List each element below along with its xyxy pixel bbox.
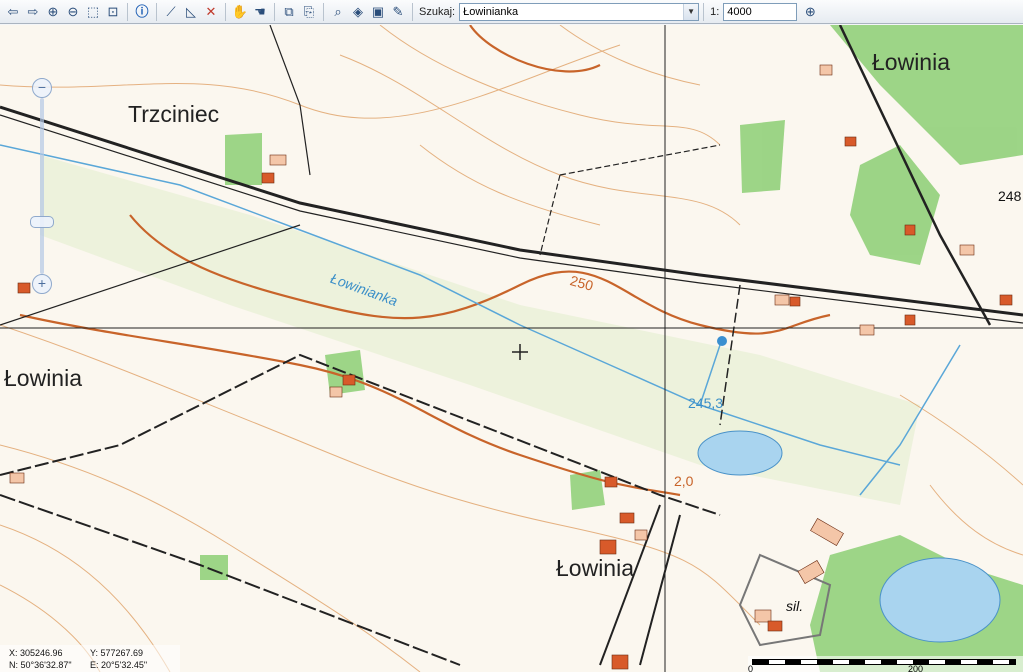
chevron-down-icon[interactable]: ▼ — [683, 3, 699, 20]
search-icon[interactable]: ⌕ — [329, 3, 347, 21]
search-value: Łowinianka — [463, 5, 519, 18]
zoom-track[interactable] — [40, 98, 44, 274]
scale-prefix: 1: — [710, 5, 720, 18]
info-icon[interactable]: ⓘ — [133, 3, 151, 21]
clear-measure-icon[interactable]: ✕ — [202, 3, 220, 21]
toolbar-divider — [225, 2, 226, 21]
save-icon[interactable]: ▣ — [369, 3, 387, 21]
zoom-handle[interactable] — [30, 216, 54, 228]
pan-hand-icon[interactable]: ✋ — [231, 3, 249, 21]
coord-n: N: 50°36'32.87" — [9, 660, 72, 670]
zoom-out-button[interactable]: − — [32, 78, 52, 98]
toolbar-divider — [156, 2, 157, 21]
search-label: Szukaj: — [419, 5, 456, 18]
toolbar-divider — [703, 2, 705, 21]
pan-all-icon[interactable]: ☚ — [251, 3, 269, 21]
scale-label-zero: 0 — [748, 664, 754, 672]
forward-arrow-icon[interactable]: ⇨ — [24, 3, 42, 21]
scale-bar-graphic — [752, 659, 1016, 665]
coord-x: X: 305246.96 — [9, 648, 63, 658]
zoom-box-icon[interactable]: ⬚ — [84, 3, 102, 21]
scale-label-200: 200 — [908, 664, 924, 672]
edit-pen-icon[interactable]: ✎ — [389, 3, 407, 21]
zoom-slider: − + — [30, 78, 54, 294]
layers-icon[interactable]: ◈ — [349, 3, 367, 21]
toolbar-divider — [274, 2, 275, 21]
map-toolbar: ⇦ ⇨ ⊕ ⊖ ⬚ ⊡ ⓘ ⟋ ◺ ✕ ✋ ☚ ⧉ ⎘ ⌕ ◈ ▣ ✎ Szuk… — [0, 0, 1023, 24]
back-arrow-icon[interactable]: ⇦ — [4, 3, 22, 21]
place-label-lowinia-ne: Łowinia — [872, 49, 950, 75]
coordinates-readout: X: 305246.96 Y: 577267.69 N: 50°36'32.87… — [0, 645, 180, 672]
spring-marker — [717, 336, 727, 346]
meadow-area — [40, 155, 920, 505]
measure-area-icon[interactable]: ◺ — [182, 3, 200, 21]
contour-label-2: 2,0 — [674, 473, 694, 489]
layers-add-icon[interactable]: ⧉ — [280, 3, 298, 21]
export-icon[interactable]: ⎘ — [300, 3, 318, 21]
search-select[interactable]: Łowinianka ▼ — [459, 2, 700, 21]
scale-input[interactable]: 4000 — [723, 2, 798, 21]
place-label-trzciniec: Trzciniec — [128, 101, 220, 127]
toolbar-divider — [323, 2, 324, 21]
zoom-out-icon[interactable]: ⊖ — [64, 3, 82, 21]
zoom-in-button[interactable]: + — [32, 274, 52, 294]
scale-bar: 0 200 — [748, 656, 1023, 672]
zoom-in-icon[interactable]: ⊕ — [44, 3, 62, 21]
zoom-to-scale-icon[interactable]: ⊕ — [801, 3, 819, 21]
place-label-lowinia-s: Łowinia — [556, 555, 634, 581]
measure-distance-icon[interactable]: ⟋ — [162, 3, 180, 21]
sil-label: sil. — [786, 598, 804, 614]
map-canvas[interactable]: Trzciniec Łowinia Łowinia Łowinia Łowini… — [0, 25, 1023, 672]
elevation-label-2453: 245,3 — [688, 395, 724, 411]
coord-y: Y: 577267.69 — [90, 648, 144, 658]
place-label-lowinia-w: Łowinia — [4, 365, 82, 391]
elevation-label-248: 248 — [998, 188, 1022, 204]
coord-e: E: 20°5'32.45" — [90, 660, 148, 670]
toolbar-divider — [412, 2, 413, 21]
full-extent-icon[interactable]: ⊡ — [104, 3, 122, 21]
toolbar-divider — [127, 2, 128, 21]
